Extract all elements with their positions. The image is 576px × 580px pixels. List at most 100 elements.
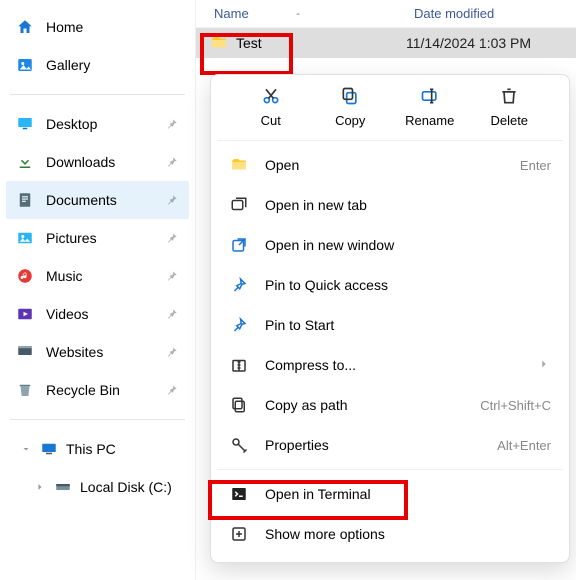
nav-recycle-bin[interactable]: Recycle Bin bbox=[6, 371, 189, 409]
file-row-selected[interactable]: Test 11/14/2024 1:03 PM bbox=[196, 28, 576, 58]
music-icon bbox=[16, 267, 34, 285]
new-tab-icon bbox=[229, 195, 249, 215]
nav-label: Downloads bbox=[46, 154, 115, 170]
more-icon bbox=[229, 524, 249, 544]
menu-copy-path[interactable]: Copy as path Ctrl+Shift+C bbox=[211, 385, 569, 425]
cut-button[interactable]: Cut bbox=[241, 85, 301, 128]
nav-label: Gallery bbox=[46, 57, 90, 73]
shortcut-hint: Enter bbox=[520, 158, 551, 173]
menu-label: Pin to Quick access bbox=[265, 277, 551, 293]
column-date[interactable]: Date modified bbox=[408, 6, 576, 21]
copy-icon bbox=[339, 85, 361, 107]
pin-icon bbox=[165, 155, 179, 169]
nav-label: Music bbox=[46, 268, 83, 284]
disk-icon bbox=[54, 478, 72, 496]
navigation-pane: Home Gallery Desktop Downloads Documents… bbox=[0, 0, 196, 580]
shortcut-hint: Alt+Enter bbox=[497, 438, 551, 453]
menu-pin-start[interactable]: Pin to Start bbox=[211, 305, 569, 345]
new-window-icon bbox=[229, 235, 249, 255]
nav-documents[interactable]: Documents bbox=[6, 181, 189, 219]
menu-open[interactable]: Open Enter bbox=[211, 145, 569, 185]
menu-label: Properties bbox=[265, 437, 481, 453]
menu-label: Show more options bbox=[265, 526, 551, 542]
nav-label: Documents bbox=[46, 192, 117, 208]
menu-label: Open in new tab bbox=[265, 197, 551, 213]
context-toolbar: Cut Copy Rename Delete bbox=[211, 81, 569, 136]
rename-button[interactable]: Rename bbox=[400, 85, 460, 128]
tool-label: Delete bbox=[490, 113, 528, 128]
sort-indicator-icon bbox=[293, 9, 303, 19]
pin-icon bbox=[165, 383, 179, 397]
tree-local-disk[interactable]: Local Disk (C:) bbox=[6, 468, 189, 506]
properties-icon bbox=[229, 435, 249, 455]
menu-properties[interactable]: Properties Alt+Enter bbox=[211, 425, 569, 465]
tool-label: Cut bbox=[261, 113, 281, 128]
copy-button[interactable]: Copy bbox=[320, 85, 380, 128]
videos-icon bbox=[16, 305, 34, 323]
websites-icon bbox=[16, 343, 34, 361]
nav-desktop[interactable]: Desktop bbox=[6, 105, 189, 143]
gallery-icon bbox=[16, 56, 34, 74]
nav-gallery[interactable]: Gallery bbox=[6, 46, 189, 84]
menu-label: Compress to... bbox=[265, 357, 521, 373]
delete-button[interactable]: Delete bbox=[479, 85, 539, 128]
menu-pin-quick-access[interactable]: Pin to Quick access bbox=[211, 265, 569, 305]
terminal-icon bbox=[229, 484, 249, 504]
nav-label: Videos bbox=[46, 306, 89, 322]
desktop-icon bbox=[16, 115, 34, 133]
menu-open-terminal[interactable]: Open in Terminal bbox=[211, 474, 569, 514]
column-label: Name bbox=[214, 6, 249, 21]
menu-label: Open in new window bbox=[265, 237, 551, 253]
recycle-bin-icon bbox=[16, 381, 34, 399]
pin-icon bbox=[165, 117, 179, 131]
shortcut-hint: Ctrl+Shift+C bbox=[480, 398, 551, 413]
pin-icon bbox=[165, 231, 179, 245]
menu-label: Copy as path bbox=[265, 397, 464, 413]
nav-home[interactable]: Home bbox=[6, 8, 189, 46]
nav-label: Websites bbox=[46, 344, 103, 360]
copy-path-icon bbox=[229, 395, 249, 415]
tool-label: Copy bbox=[335, 113, 365, 128]
nav-label: Desktop bbox=[46, 116, 97, 132]
nav-downloads[interactable]: Downloads bbox=[6, 143, 189, 181]
nav-videos[interactable]: Videos bbox=[6, 295, 189, 333]
chevron-right-icon bbox=[537, 357, 551, 374]
download-icon bbox=[16, 153, 34, 171]
column-name[interactable]: Name bbox=[196, 6, 408, 21]
nav-music[interactable]: Music bbox=[6, 257, 189, 295]
divider bbox=[10, 94, 185, 95]
cut-icon bbox=[260, 85, 282, 107]
pin-icon bbox=[229, 275, 249, 295]
home-icon bbox=[16, 18, 34, 36]
menu-compress[interactable]: Compress to... bbox=[211, 345, 569, 385]
nav-websites[interactable]: Websites bbox=[6, 333, 189, 371]
tree-label: Local Disk (C:) bbox=[80, 479, 172, 495]
pictures-icon bbox=[16, 229, 34, 247]
pin-icon bbox=[165, 269, 179, 283]
nav-pictures[interactable]: Pictures bbox=[6, 219, 189, 257]
menu-open-new-tab[interactable]: Open in new tab bbox=[211, 185, 569, 225]
folder-icon bbox=[229, 155, 249, 175]
column-label: Date modified bbox=[414, 6, 494, 21]
menu-label: Open bbox=[265, 157, 504, 173]
pc-icon bbox=[40, 440, 58, 458]
nav-label: Home bbox=[46, 19, 83, 35]
menu-open-new-window[interactable]: Open in new window bbox=[211, 225, 569, 265]
folder-icon bbox=[210, 34, 228, 52]
nav-label: Pictures bbox=[46, 230, 97, 246]
menu-label: Pin to Start bbox=[265, 317, 551, 333]
divider bbox=[217, 469, 563, 470]
context-menu: Cut Copy Rename Delete Open Enter bbox=[210, 74, 570, 563]
menu-show-more[interactable]: Show more options bbox=[211, 514, 569, 554]
file-date: 11/14/2024 1:03 PM bbox=[406, 35, 531, 51]
delete-icon bbox=[498, 85, 520, 107]
nav-label: Recycle Bin bbox=[46, 382, 120, 398]
pin-icon bbox=[165, 345, 179, 359]
file-name: Test bbox=[236, 35, 406, 51]
tree-this-pc[interactable]: This PC bbox=[6, 430, 189, 468]
pin-icon bbox=[165, 307, 179, 321]
divider bbox=[10, 419, 185, 420]
chevron-right-icon bbox=[34, 481, 46, 493]
compress-icon bbox=[229, 355, 249, 375]
chevron-down-icon bbox=[20, 443, 32, 455]
